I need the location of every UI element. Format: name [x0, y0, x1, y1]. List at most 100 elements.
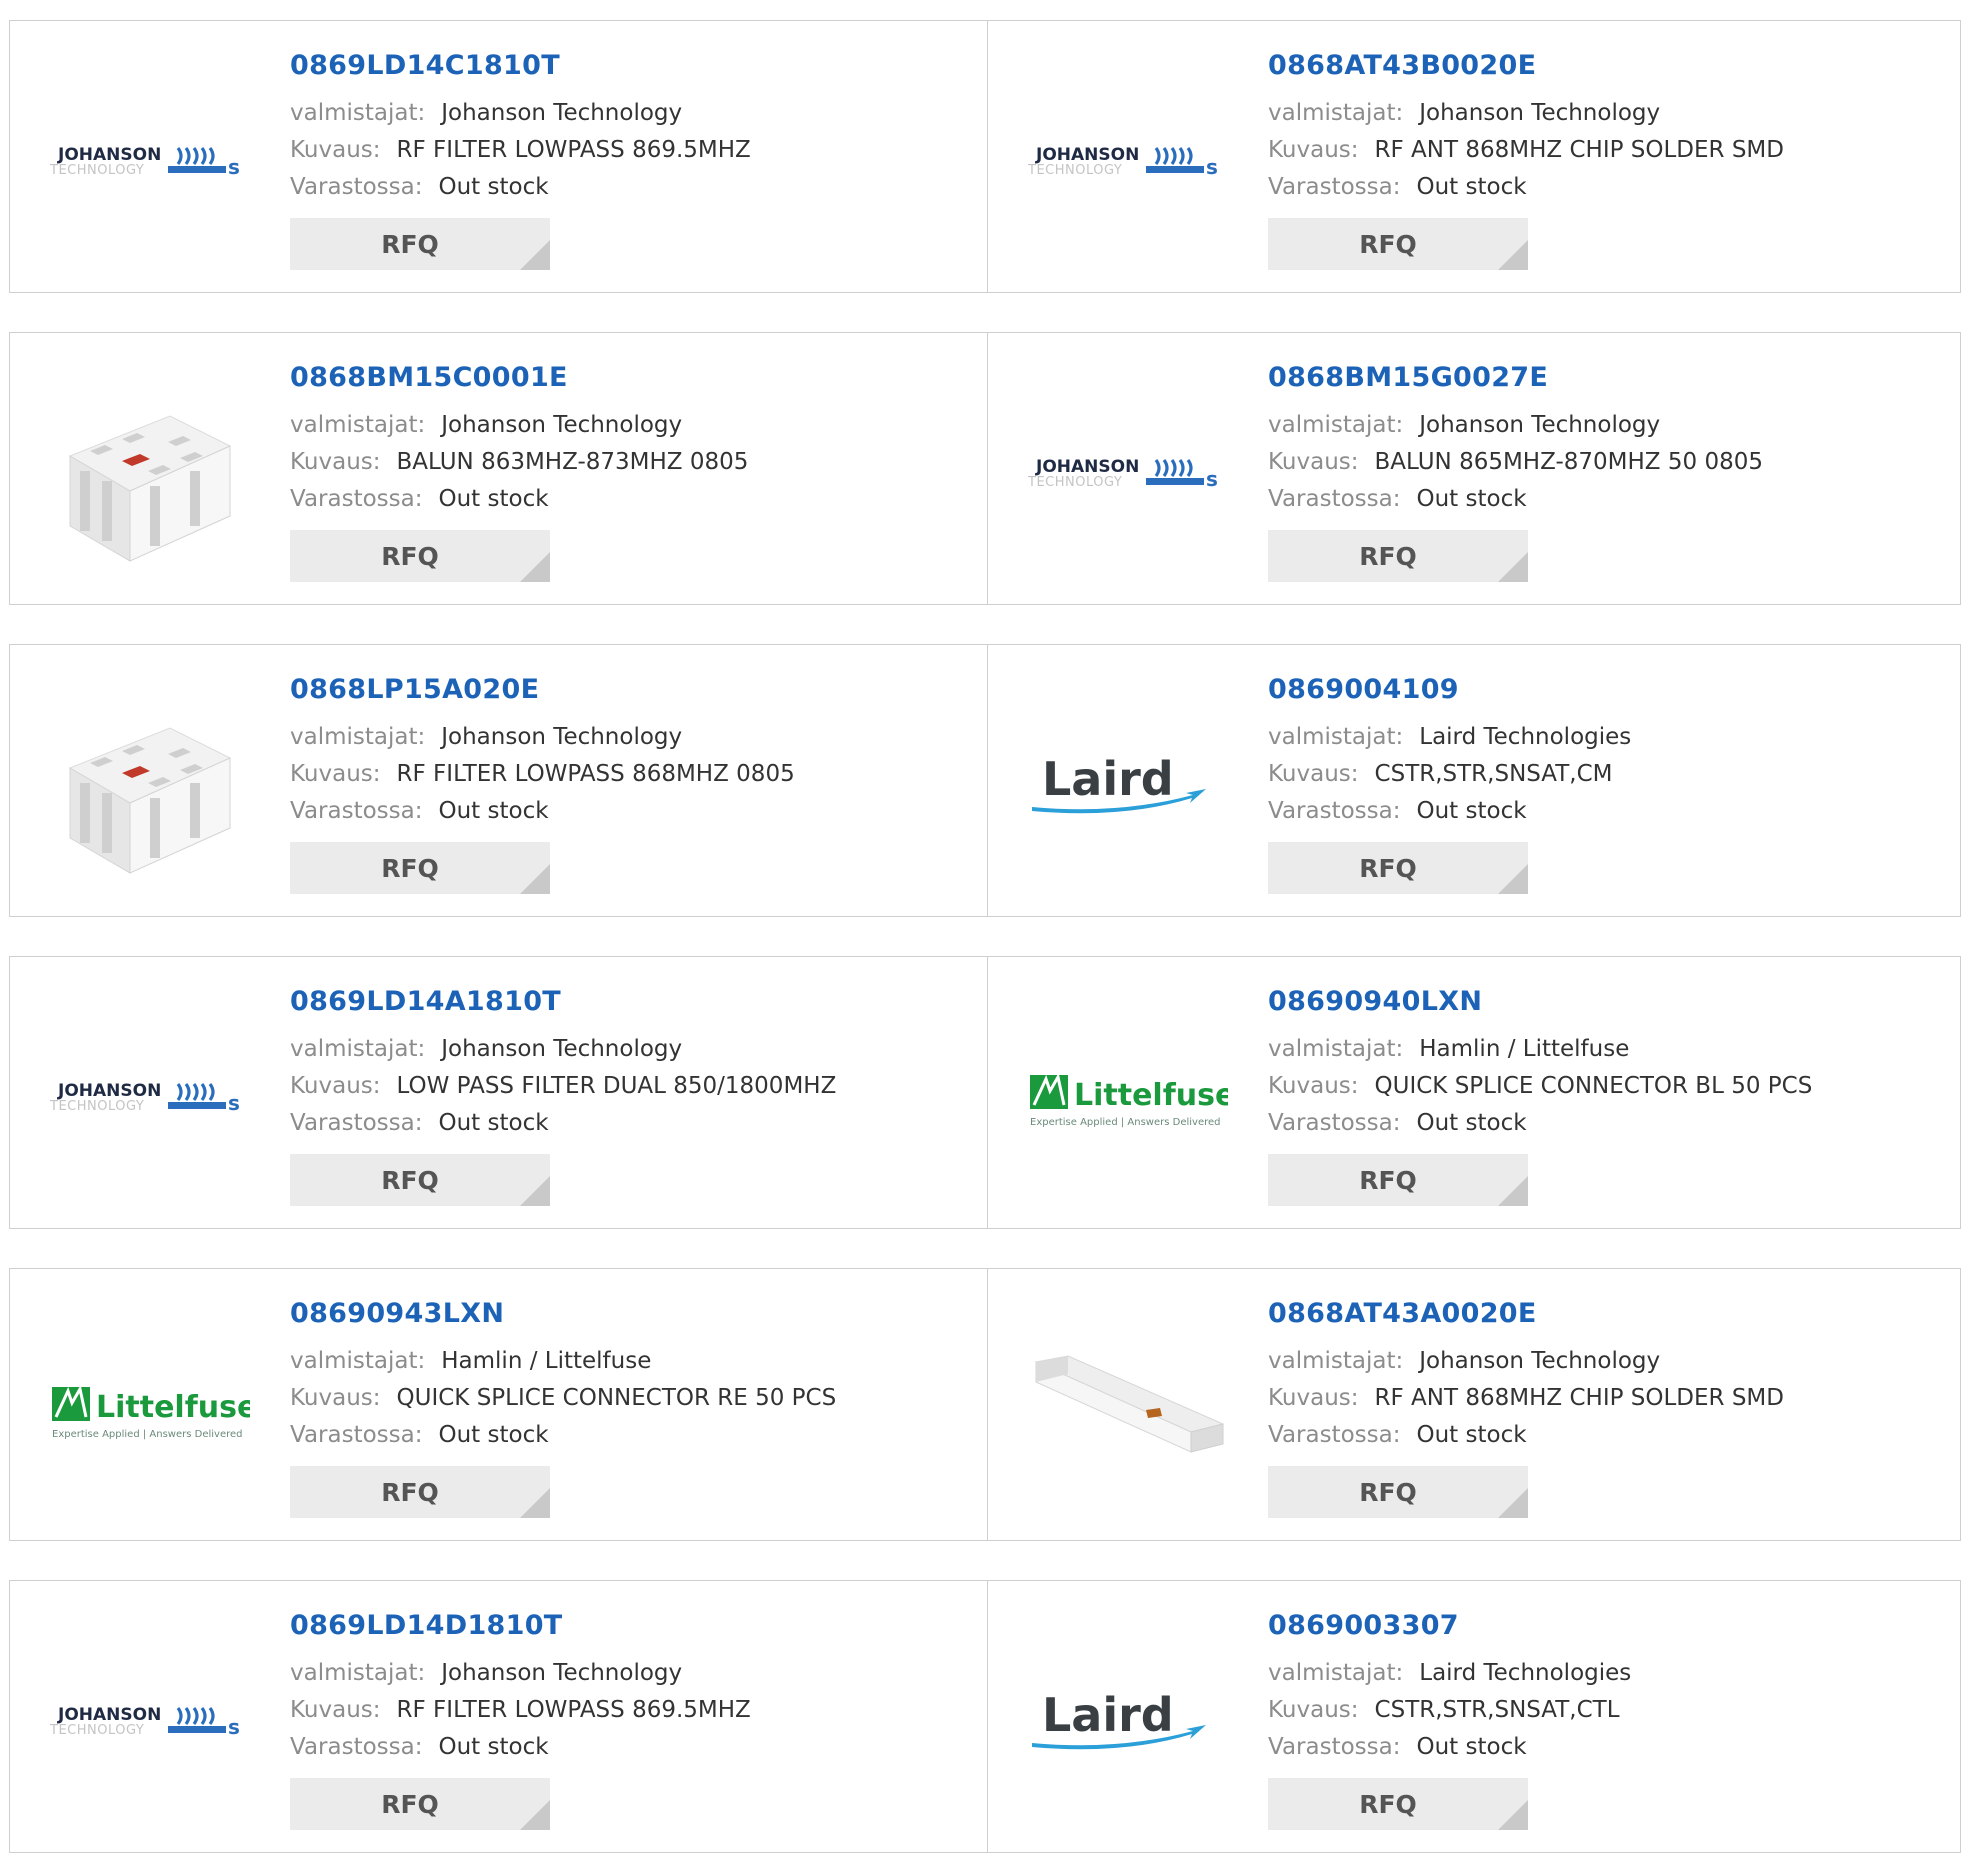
description-label: Kuvaus:: [1268, 1385, 1359, 1411]
svg-text:s: s: [228, 1715, 240, 1739]
product-image[interactable]: JOHANSON TECHNOLOGY s: [50, 64, 250, 264]
manufacturer-label: valmistajat:: [1268, 100, 1404, 126]
svg-text:Littelfuse: Littelfuse: [96, 1390, 250, 1425]
svg-text:JOHANSON: JOHANSON: [57, 1081, 161, 1101]
svg-text:JOHANSON: JOHANSON: [1035, 145, 1139, 165]
svg-text:JOHANSON: JOHANSON: [57, 145, 161, 165]
part-number-link[interactable]: 0868BM15C0001E: [290, 361, 748, 395]
rfq-button[interactable]: RFQ: [290, 1154, 550, 1206]
product-row: 0868BM15C0001E valmistajat: Johanson Techn…: [9, 332, 1961, 605]
product-info: 0868LP15A020E valmistajat: Johanson Techno…: [290, 673, 795, 894]
manufacturer-label: valmistajat:: [290, 100, 426, 126]
product-image[interactable]: JOHANSON TECHNOLOGY s: [1028, 376, 1228, 576]
product-image[interactable]: JOHANSON TECHNOLOGY s: [50, 1000, 250, 1200]
rfq-button[interactable]: RFQ: [290, 1466, 550, 1518]
chip-component-photo: [68, 415, 232, 562]
product-image[interactable]: JOHANSON TECHNOLOGY s: [50, 1624, 250, 1824]
product-image[interactable]: Littelfuse Expertise Applied | Answers D…: [50, 1312, 250, 1512]
rfq-label: RFQ: [381, 541, 439, 571]
svg-text:TECHNOLOGY: TECHNOLOGY: [1028, 475, 1122, 490]
stock-value: Out stock: [438, 798, 549, 824]
rfq-label: RFQ: [1359, 1477, 1417, 1507]
corner-triangle-icon: [1498, 1488, 1528, 1518]
rfq-button[interactable]: RFQ: [290, 530, 550, 582]
stock-label: Varastossa:: [290, 1734, 423, 1760]
description-row: Kuvaus: QUICK SPLICE CONNECTOR RE 50 PCS: [290, 1380, 836, 1417]
product-info: 0868BM15G0027E valmistajat: Johanson Techn…: [1268, 361, 1763, 582]
rfq-button[interactable]: RFQ: [1268, 1154, 1528, 1206]
manufacturer-value: Hamlin / Littelfuse: [441, 1348, 652, 1374]
product-image[interactable]: Laird: [1028, 1624, 1228, 1824]
description-value: CSTR,STR,SNSAT,CM: [1374, 761, 1613, 787]
stock-value: Out stock: [438, 174, 549, 200]
description-row: Kuvaus: QUICK SPLICE CONNECTOR BL 50 PCS: [1268, 1068, 1812, 1105]
description-label: Kuvaus:: [290, 1073, 381, 1099]
svg-text:TECHNOLOGY: TECHNOLOGY: [1028, 163, 1122, 178]
part-number-link[interactable]: 0869LD14C1810T: [290, 49, 751, 83]
description-label: Kuvaus:: [1268, 137, 1359, 163]
manufacturer-label: valmistajat:: [1268, 1348, 1404, 1374]
product-image[interactable]: [1028, 1312, 1228, 1512]
rfq-button[interactable]: RFQ: [1268, 530, 1528, 582]
rfq-button[interactable]: RFQ: [290, 1778, 550, 1830]
description-label: Kuvaus:: [290, 137, 381, 163]
part-number-link[interactable]: 08690943LXN: [290, 1297, 836, 1331]
part-number-link[interactable]: 0869LD14D1810T: [290, 1609, 751, 1643]
stock-row: Varastossa: Out stock: [1268, 793, 1631, 830]
part-number-link[interactable]: 0868BM15G0027E: [1268, 361, 1763, 395]
rfq-label: RFQ: [381, 1789, 439, 1819]
rfq-button[interactable]: RFQ: [1268, 1466, 1528, 1518]
product-image[interactable]: [50, 688, 250, 888]
product-image[interactable]: [50, 376, 250, 576]
manufacturer-row: valmistajat: Johanson Technology: [1268, 1343, 1784, 1380]
product-card: Littelfuse Expertise Applied | Answers D…: [987, 957, 1960, 1228]
rfq-button[interactable]: RFQ: [290, 218, 550, 270]
part-number-link[interactable]: 0869003307: [1268, 1609, 1631, 1643]
product-info: 0869003307 valmistajat: Laird Technologies…: [1268, 1609, 1631, 1830]
svg-text:TECHNOLOGY: TECHNOLOGY: [50, 163, 144, 178]
manufacturer-label: valmistajat:: [1268, 412, 1404, 438]
part-number-link[interactable]: 08690940LXN: [1268, 985, 1812, 1019]
manufacturer-row: valmistajat: Hamlin / Littelfuse: [1268, 1031, 1812, 1068]
description-row: Kuvaus: RF FILTER LOWPASS 868MHZ 0805: [290, 756, 795, 793]
description-row: Kuvaus: BALUN 863MHZ-873MHZ 0805: [290, 444, 748, 481]
product-card: Laird 0869004109 valmistajat: Laird Techno…: [987, 645, 1960, 916]
part-number-link[interactable]: 0868AT43A0020E: [1268, 1297, 1784, 1331]
product-image[interactable]: Laird: [1028, 688, 1228, 888]
svg-text:s: s: [1206, 155, 1218, 179]
rfq-button[interactable]: RFQ: [290, 842, 550, 894]
product-info: 08690940LXN valmistajat: Hamlin / Littelfu…: [1268, 985, 1812, 1206]
description-row: Kuvaus: LOW PASS FILTER DUAL 850/1800MHZ: [290, 1068, 836, 1105]
description-value: RF FILTER LOWPASS 869.5MHZ: [396, 137, 751, 163]
product-info: 0869LD14C1810T valmistajat: Johanson Techn…: [290, 49, 751, 270]
part-number-link[interactable]: 0869LD14A1810T: [290, 985, 836, 1019]
product-info: 0869LD14A1810T valmistajat: Johanson Techn…: [290, 985, 836, 1206]
stock-row: Varastossa: Out stock: [290, 1105, 836, 1142]
part-number-link[interactable]: 0868LP15A020E: [290, 673, 795, 707]
product-image[interactable]: Littelfuse Expertise Applied | Answers D…: [1028, 1000, 1228, 1200]
svg-text:TECHNOLOGY: TECHNOLOGY: [50, 1099, 144, 1114]
part-number-link[interactable]: 0868AT43B0020E: [1268, 49, 1784, 83]
product-image[interactable]: JOHANSON TECHNOLOGY s: [1028, 64, 1228, 264]
description-value: QUICK SPLICE CONNECTOR BL 50 PCS: [1374, 1073, 1813, 1099]
rfq-label: RFQ: [381, 853, 439, 883]
product-card: JOHANSON TECHNOLOGY s 0869LD14C1810T valm…: [10, 21, 987, 292]
rfq-button[interactable]: RFQ: [1268, 1778, 1528, 1830]
svg-text:Expertise Applied | Answers De: Expertise Applied | Answers Delivered: [52, 1429, 243, 1440]
rfq-label: RFQ: [1359, 1789, 1417, 1819]
manufacturer-row: valmistajat: Laird Technologies: [1268, 1655, 1631, 1692]
chip-antenna-photo: [1034, 1355, 1225, 1453]
stock-row: Varastossa: Out stock: [290, 1729, 751, 1766]
part-number-link[interactable]: 0869004109: [1268, 673, 1631, 707]
product-card: JOHANSON TECHNOLOGY s 0869LD14D1810T valm…: [10, 1581, 987, 1852]
manufacturer-row: valmistajat: Johanson Technology: [290, 1655, 751, 1692]
description-row: Kuvaus: CSTR,STR,SNSAT,CTL: [1268, 1692, 1631, 1729]
rfq-button[interactable]: RFQ: [1268, 218, 1528, 270]
stock-label: Varastossa:: [290, 1110, 423, 1136]
rfq-button[interactable]: RFQ: [1268, 842, 1528, 894]
description-row: Kuvaus: RF ANT 868MHZ CHIP SOLDER SMD: [1268, 1380, 1784, 1417]
product-row: JOHANSON TECHNOLOGY s 0869LD14D1810T valm…: [9, 1580, 1961, 1853]
stock-row: Varastossa: Out stock: [290, 793, 795, 830]
stock-label: Varastossa:: [1268, 174, 1401, 200]
description-label: Kuvaus:: [290, 1385, 381, 1411]
